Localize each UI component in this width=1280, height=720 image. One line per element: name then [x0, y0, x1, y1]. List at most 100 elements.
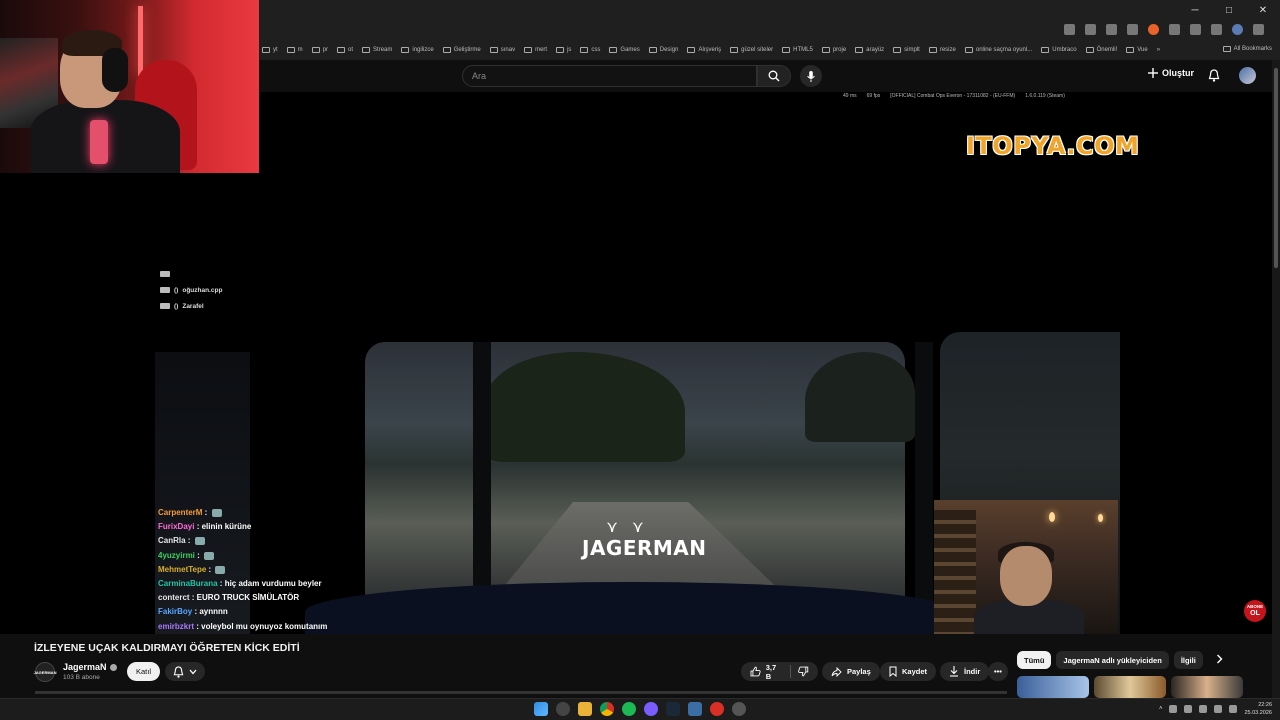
bookmark-item[interactable]: güzel siteler: [730, 47, 773, 53]
menu-icon[interactable]: [1253, 24, 1264, 35]
chat-username: CarpenterM: [158, 508, 203, 517]
tray-icon[interactable]: [1184, 705, 1193, 713]
extension-icon[interactable]: [1127, 24, 1138, 35]
bookmark-item[interactable]: Önemli!: [1085, 47, 1117, 53]
folder-icon: [311, 47, 320, 53]
profile-icon[interactable]: [1232, 24, 1243, 35]
bookmark-item[interactable]: »: [1157, 47, 1160, 53]
bookmark-item[interactable]: yt: [262, 47, 278, 53]
page-scrollbar[interactable]: [1272, 60, 1280, 698]
filter-chip[interactable]: Tümü: [1017, 651, 1052, 669]
sidepanel-icon[interactable]: [1211, 24, 1222, 35]
star-icon[interactable]: [1106, 24, 1117, 35]
chat-text: elinin kürüne: [201, 522, 252, 532]
folder-icon: [893, 47, 902, 53]
chevron-up-icon[interactable]: ˄: [1159, 706, 1163, 712]
file-explorer-icon[interactable]: [578, 702, 592, 716]
app-icon[interactable]: [732, 702, 746, 716]
bookmark-label: ingilizce: [412, 47, 434, 53]
close-button[interactable]: ✕: [1246, 0, 1280, 20]
led-light: [138, 6, 143, 76]
bookmark-item[interactable]: HTML5: [782, 47, 813, 53]
video-details: İZLEYENE UÇAK KALDIRMAYI ÖĞRETEN KİCK ED…: [0, 634, 1272, 698]
chips-next-button[interactable]: [1216, 654, 1223, 664]
volume-icon[interactable]: [1229, 705, 1238, 713]
search-button[interactable]: [757, 65, 791, 87]
create-button[interactable]: Oluştur: [1148, 68, 1194, 78]
extension-icon[interactable]: [1148, 24, 1159, 35]
extension-icon[interactable]: [1169, 24, 1180, 35]
bookmark-item[interactable]: mert: [524, 47, 547, 53]
bookmark-item[interactable]: m: [286, 47, 303, 53]
bookmark-item[interactable]: Vue: [1126, 47, 1148, 53]
spotify-icon[interactable]: [622, 702, 636, 716]
channel-avatar[interactable]: JAGERMAN: [34, 662, 56, 682]
bookmark-item[interactable]: sınav: [489, 47, 515, 53]
game-hud: 49 ms 69 fps [OFFICIAL] Combat Ops Everon …: [843, 93, 1065, 99]
thumbs-up-icon[interactable]: [750, 666, 761, 677]
more-actions-button[interactable]: •••: [988, 662, 1008, 681]
app-icon[interactable]: [688, 702, 702, 716]
bookmark-item[interactable]: arayüz: [855, 47, 884, 53]
video-player[interactable]: 49 ms 69 fps [OFFICIAL] Combat Ops Everon …: [0, 92, 1272, 634]
related-video-thumbnail[interactable]: [1094, 676, 1166, 698]
save-button[interactable]: Kaydet: [880, 662, 937, 681]
download-button[interactable]: İndir: [940, 662, 990, 681]
voice-search-button[interactable]: [800, 65, 822, 87]
bookmark-item[interactable]: ingilizce: [401, 47, 434, 53]
related-video-thumbnail[interactable]: [1017, 676, 1089, 698]
all-bookmarks-button[interactable]: All Bookmarks: [1222, 46, 1272, 52]
bookmark-item[interactable]: js: [556, 47, 571, 53]
system-tray: ˄ 22:26 25.03.2026: [1159, 701, 1272, 717]
related-video-thumbnail[interactable]: [1171, 676, 1243, 698]
subscription-bell-button[interactable]: [165, 662, 205, 681]
thumbs-down-icon[interactable]: [798, 666, 809, 677]
bookmark-item[interactable]: Design: [648, 47, 678, 53]
clock[interactable]: 22:26 25.03.2026: [1244, 701, 1272, 717]
bookmark-item[interactable]: Stream: [362, 47, 392, 53]
event-item: () Zarafel: [160, 298, 222, 314]
scrollbar-thumb[interactable]: [1274, 68, 1278, 268]
like-dislike-group: 3,7 B: [741, 662, 818, 681]
bookmark-item[interactable]: Geliştirme: [442, 47, 481, 53]
start-icon[interactable]: [534, 702, 548, 716]
bookmark-item[interactable]: Games: [609, 47, 640, 53]
folder-icon: [609, 47, 618, 53]
tray-icon[interactable]: [1199, 705, 1208, 713]
zoom-icon[interactable]: [1085, 24, 1096, 35]
bookmark-item[interactable]: Umbraco: [1041, 47, 1077, 53]
subscriber-count: 103 B abone: [63, 674, 100, 681]
filter-chip[interactable]: İlgili: [1173, 651, 1203, 669]
like-count[interactable]: 3,7 B: [766, 663, 784, 681]
bookmark-item[interactable]: proje: [821, 47, 846, 53]
cast-icon[interactable]: [1064, 24, 1075, 35]
account-avatar[interactable]: [1239, 67, 1256, 84]
minimize-button[interactable]: ─: [1178, 0, 1212, 20]
search-input[interactable]: Ara: [462, 65, 757, 87]
share-button[interactable]: Paylaş: [822, 662, 880, 681]
join-button[interactable]: Katıl: [127, 662, 160, 681]
app-icon[interactable]: [710, 702, 724, 716]
folder-icon: [687, 47, 696, 53]
network-icon[interactable]: [1214, 705, 1223, 713]
app-icon[interactable]: [644, 702, 658, 716]
bookmark-item[interactable]: resize: [928, 47, 956, 53]
chrome-icon[interactable]: [600, 702, 614, 716]
bookmark-item[interactable]: Alışveriş: [687, 47, 721, 53]
notifications-button[interactable]: [1208, 69, 1220, 82]
bookmark-item[interactable]: pr: [311, 47, 328, 53]
chat-username: FurixDayi: [158, 522, 195, 532]
bookmark-item[interactable]: css: [580, 47, 600, 53]
steam-icon[interactable]: [666, 702, 680, 716]
bookmark-item[interactable]: online saçma oyunl...: [964, 47, 1032, 53]
filter-chip[interactable]: JagermaN adlı yükleyiciden: [1056, 651, 1169, 669]
maximize-button[interactable]: □: [1212, 0, 1246, 20]
chat-username: FakirBoy: [158, 607, 193, 617]
channel-name[interactable]: JagermaN: [63, 662, 117, 672]
tray-icon[interactable]: [1169, 705, 1178, 713]
chat-message: MehmetTepe :: [158, 563, 327, 577]
search-icon[interactable]: [556, 702, 570, 716]
puzzle-icon[interactable]: [1190, 24, 1201, 35]
bookmark-item[interactable]: ot: [337, 47, 353, 53]
bookmark-item[interactable]: simplt: [893, 47, 920, 53]
